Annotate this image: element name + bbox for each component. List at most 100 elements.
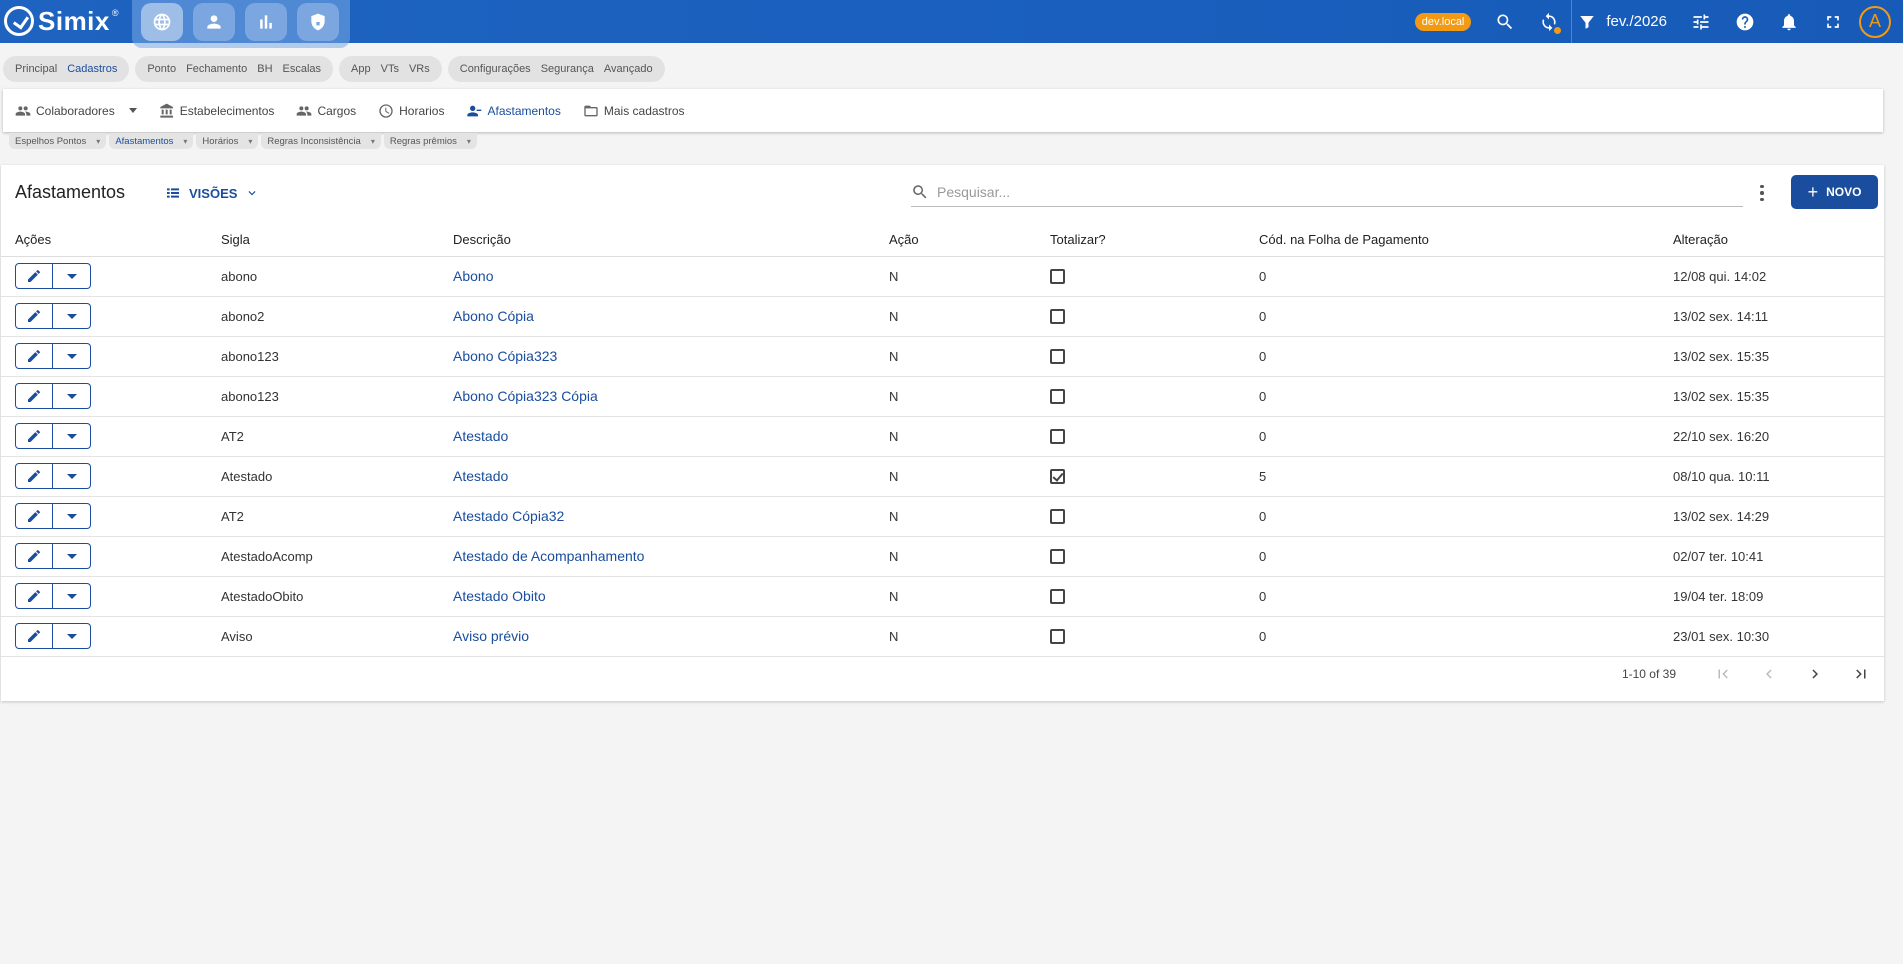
nav-afastamentos[interactable]: Afastamentos — [466, 103, 561, 119]
module-cadastros[interactable]: Cadastros — [67, 63, 117, 75]
last-page-button[interactable] — [1838, 665, 1884, 683]
module-configuracoes[interactable]: Configurações — [460, 63, 531, 75]
row-menu-button[interactable] — [53, 543, 91, 569]
nav-cargos[interactable]: Cargos — [296, 103, 356, 119]
prev-page-button[interactable] — [1746, 665, 1792, 683]
module-escalas[interactable]: Escalas — [283, 63, 322, 75]
table-row: abono123 Abono Cópia323 N 0 13/02 sex. 1… — [1, 336, 1884, 377]
first-page-button[interactable] — [1700, 665, 1746, 683]
fullscreen-button[interactable] — [1811, 0, 1855, 43]
module-ponto[interactable]: Ponto — [147, 63, 176, 75]
totalizar-checkbox[interactable] — [1050, 468, 1065, 484]
totalizar-checkbox[interactable] — [1050, 588, 1065, 604]
col-descricao[interactable]: Descrição — [439, 224, 875, 257]
edit-button[interactable] — [15, 303, 53, 329]
search-input[interactable] — [937, 183, 1717, 200]
notifications-button[interactable] — [1767, 0, 1811, 43]
chevron-down-icon[interactable]: ▾ — [371, 137, 375, 146]
col-acao[interactable]: Ação — [875, 224, 1036, 257]
edit-button[interactable] — [15, 423, 53, 449]
cell-sigla: abono — [207, 256, 439, 297]
chevron-down-icon[interactable] — [128, 108, 137, 113]
subtab-afastamentos[interactable]: Afastamentos ▾ — [109, 133, 194, 149]
edit-button[interactable] — [15, 343, 53, 369]
col-sigla[interactable]: Sigla — [207, 224, 439, 257]
col-totalizar[interactable]: Totalizar? — [1036, 224, 1245, 257]
module-vts[interactable]: VTs — [381, 63, 399, 75]
subtab-regras-inconsistencia[interactable]: Regras Inconsistência ▾ — [261, 133, 381, 149]
totalizar-checkbox[interactable] — [1050, 268, 1065, 284]
nav-mais-cadastros[interactable]: Mais cadastros — [583, 103, 685, 119]
next-page-button[interactable] — [1792, 665, 1838, 683]
totalizar-checkbox[interactable] — [1050, 628, 1065, 644]
edit-button[interactable] — [15, 463, 53, 489]
more-options-button[interactable] — [1754, 182, 1770, 204]
chevron-down-icon[interactable]: ▾ — [248, 137, 252, 146]
help-button[interactable] — [1723, 0, 1767, 43]
cell-descricao-link[interactable]: Abono Cópia — [439, 296, 875, 337]
edit-button[interactable] — [15, 263, 53, 289]
edit-button[interactable] — [15, 503, 53, 529]
cell-descricao-link[interactable]: Atestado — [439, 416, 875, 457]
subtab-espelhos-pontos[interactable]: Espelhos Pontos ▾ — [9, 133, 107, 149]
sync-button[interactable] — [1527, 0, 1571, 43]
module-vrs[interactable]: VRs — [409, 63, 430, 75]
user-avatar[interactable]: A — [1859, 5, 1891, 38]
row-menu-button[interactable] — [53, 263, 91, 289]
row-menu-button[interactable] — [53, 503, 91, 529]
nav-horarios[interactable]: Horarios — [378, 103, 444, 119]
table-body: abono Abono N 0 12/08 qui. 14:02 abono2 … — [1, 256, 1884, 657]
cell-descricao-link[interactable]: Abono — [439, 256, 875, 297]
chevron-down-icon[interactable]: ▾ — [96, 137, 100, 146]
app-logo[interactable]: Simix ® — [4, 4, 119, 38]
row-menu-button[interactable] — [53, 623, 91, 649]
nav-colaboradores[interactable]: Colaboradores — [15, 103, 137, 119]
row-menu-button[interactable] — [53, 463, 91, 489]
globe-button[interactable] — [141, 3, 183, 41]
row-menu-button[interactable] — [53, 383, 91, 409]
module-fechamento[interactable]: Fechamento — [186, 63, 247, 75]
cell-descricao-link[interactable]: Atestado de Acompanhamento — [439, 536, 875, 577]
cell-descricao-link[interactable]: Atestado — [439, 456, 875, 497]
row-menu-button[interactable] — [53, 303, 91, 329]
row-menu-button[interactable] — [53, 583, 91, 609]
module-seguranca[interactable]: Segurança — [541, 63, 594, 75]
row-menu-button[interactable] — [53, 423, 91, 449]
settings-button[interactable] — [1679, 0, 1723, 43]
chart-button[interactable] — [245, 3, 287, 41]
totalizar-checkbox[interactable] — [1050, 428, 1065, 444]
new-button[interactable]: + NOVO — [1791, 175, 1878, 209]
chevron-down-icon[interactable]: ▾ — [467, 137, 471, 146]
col-alteracao[interactable]: Alteração — [1659, 224, 1884, 257]
col-cod-folha[interactable]: Cód. na Folha de Pagamento — [1245, 224, 1659, 257]
cell-descricao-link[interactable]: Abono Cópia323 — [439, 336, 875, 377]
views-button[interactable]: VISÕES — [165, 185, 259, 201]
totalizar-checkbox[interactable] — [1050, 348, 1065, 364]
subtab-regras-premios[interactable]: Regras prêmios ▾ — [383, 133, 477, 149]
person-button[interactable] — [193, 3, 235, 41]
period-filter[interactable]: fev./2026 — [1571, 0, 1679, 43]
cell-descricao-link[interactable]: Atestado Obito — [439, 576, 875, 617]
edit-button[interactable] — [15, 583, 53, 609]
module-avancado[interactable]: Avançado — [604, 63, 653, 75]
pencil-icon — [28, 389, 40, 402]
security-button[interactable] — [297, 3, 339, 41]
totalizar-checkbox[interactable] — [1050, 548, 1065, 564]
totalizar-checkbox[interactable] — [1050, 308, 1065, 324]
chevron-down-icon[interactable]: ▾ — [183, 137, 187, 146]
edit-button[interactable] — [15, 383, 53, 409]
totalizar-checkbox[interactable] — [1050, 388, 1065, 404]
cell-descricao-link[interactable]: Abono Cópia323 Cópia — [439, 376, 875, 417]
nav-estabelecimentos[interactable]: Estabelecimentos — [159, 103, 274, 119]
edit-button[interactable] — [15, 543, 53, 569]
module-bh[interactable]: BH — [257, 63, 272, 75]
cell-descricao-link[interactable]: Aviso prévio — [439, 616, 875, 657]
edit-button[interactable] — [15, 623, 53, 649]
row-menu-button[interactable] — [53, 343, 91, 369]
totalizar-checkbox[interactable] — [1050, 508, 1065, 524]
module-app[interactable]: App — [351, 63, 371, 75]
search-button[interactable] — [1483, 0, 1527, 43]
module-principal[interactable]: Principal — [15, 63, 57, 75]
cell-descricao-link[interactable]: Atestado Cópia32 — [439, 496, 875, 537]
subtab-horarios[interactable]: Horários ▾ — [196, 133, 259, 149]
